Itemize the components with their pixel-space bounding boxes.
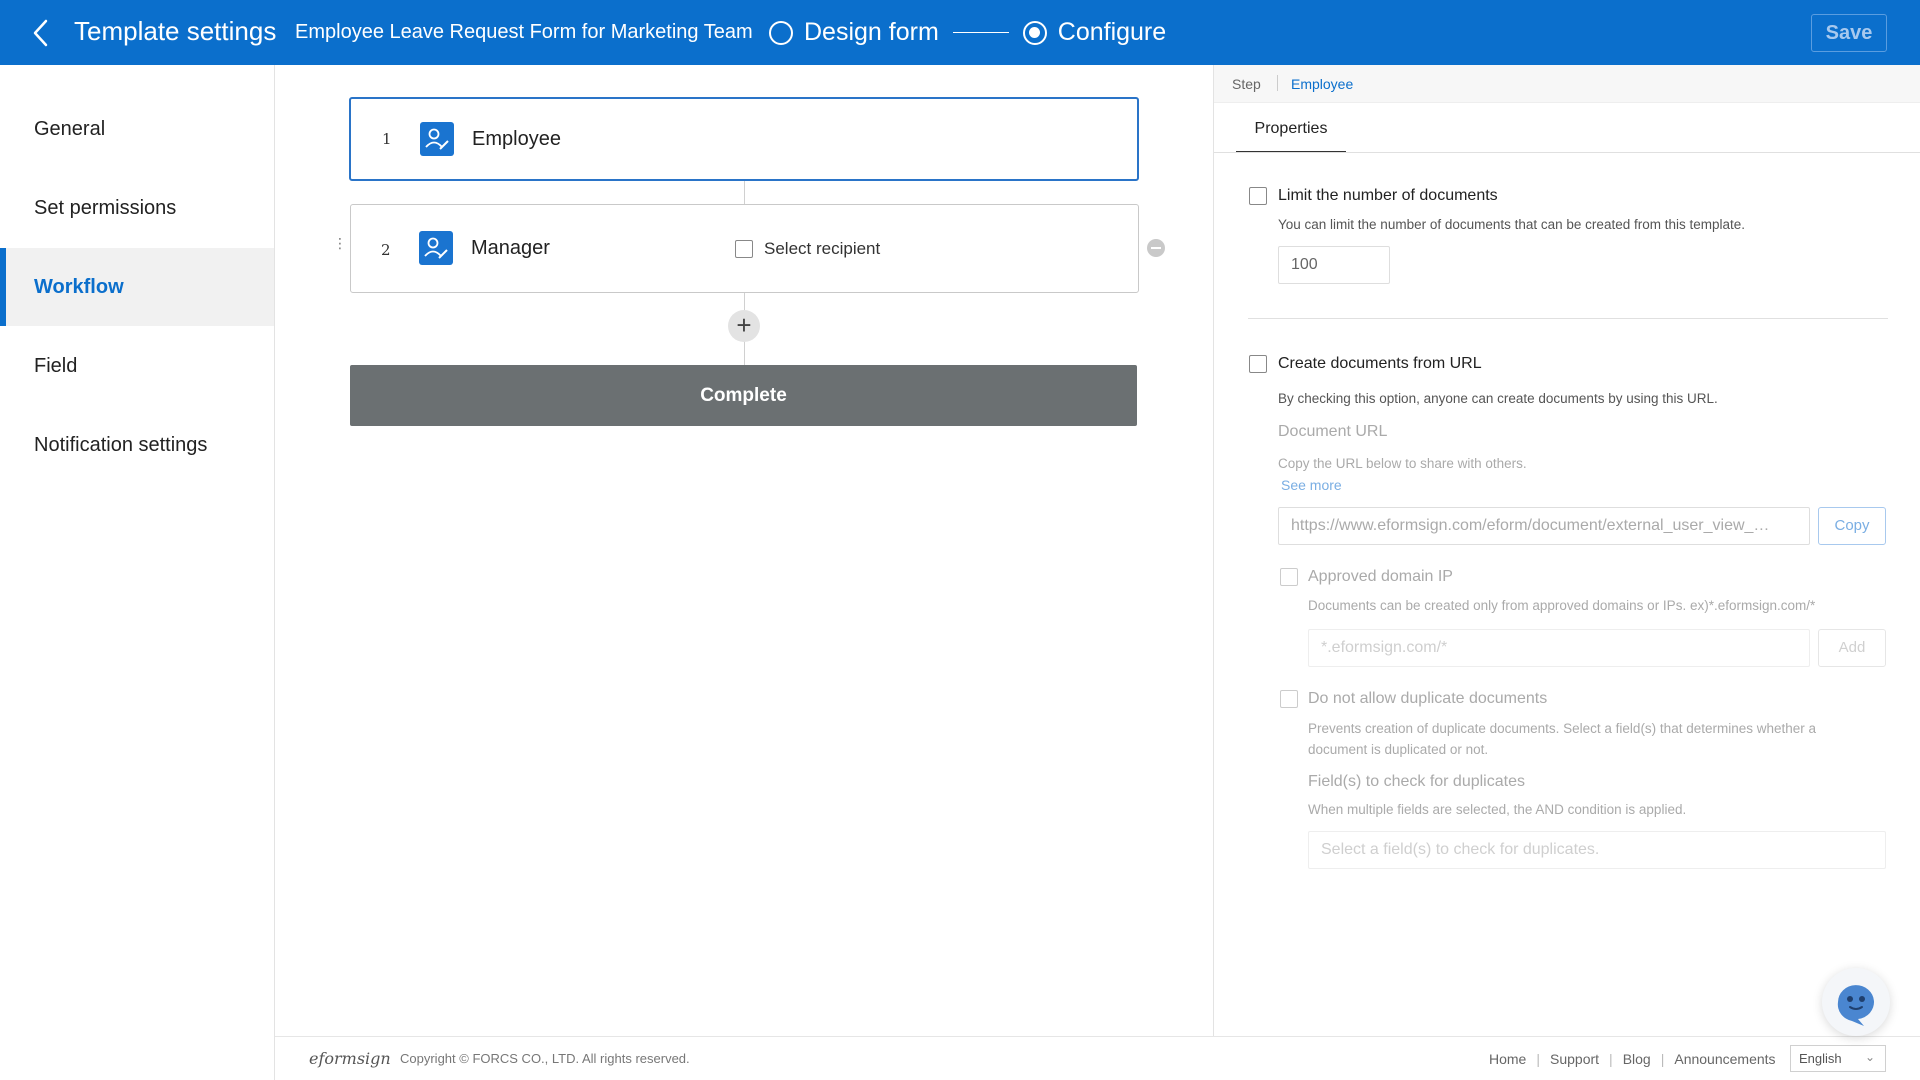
breadcrumb-step: Step	[1232, 76, 1261, 92]
step-number: 2	[381, 241, 391, 259]
step-number: 1	[382, 130, 392, 148]
create-from-url-title: Create documents from URL	[1278, 355, 1482, 372]
language-select[interactable]: English ⌄	[1790, 1045, 1886, 1072]
create-from-url-desc: By checking this option, anyone can crea…	[1278, 391, 1718, 406]
settings-sidebar: General Set permissions Workflow Field N…	[0, 65, 275, 1080]
sidebar-item-field[interactable]: Field	[0, 327, 274, 405]
approved-domain-checkbox[interactable]	[1280, 568, 1298, 586]
breadcrumb: Step Employee	[1214, 65, 1920, 103]
save-button[interactable]: Save	[1811, 14, 1887, 52]
approved-domain-desc: Documents can be created only from appro…	[1308, 598, 1816, 613]
footer-link-announcements[interactable]: Announcements	[1674, 1051, 1775, 1067]
footer-link-home[interactable]: Home	[1489, 1051, 1526, 1067]
sidebar-item-workflow[interactable]: Workflow	[0, 248, 274, 326]
approved-domain-title: Approved domain IP	[1308, 568, 1453, 585]
limit-count-input[interactable]: 100	[1278, 246, 1390, 284]
chatbot-icon	[1837, 985, 1874, 1026]
workflow-step-manager[interactable]: 2 Manager Select recipient	[350, 204, 1139, 293]
top-header: Template settings Employee Leave Request…	[0, 0, 1920, 65]
step-name: Employee	[472, 128, 561, 150]
approved-domain-input[interactable]: *.eformsign.com/*	[1308, 629, 1810, 667]
footer-links: Home | Support | Blog | Announcements	[1489, 1051, 1776, 1067]
tab-divider	[1214, 152, 1920, 153]
limit-documents-checkbox[interactable]	[1249, 187, 1267, 205]
tab-properties[interactable]: Properties	[1236, 103, 1346, 153]
document-url-desc: Copy the URL below to share with others.	[1278, 456, 1527, 471]
progress-stepper: Design form Configure	[769, 18, 1166, 47]
copy-url-button[interactable]: Copy	[1818, 507, 1886, 545]
footer-divider: |	[1536, 1051, 1540, 1067]
complete-step-button[interactable]: Complete	[350, 365, 1137, 426]
copyright-text: Copyright © FORCS CO., LTD. All rights r…	[400, 1051, 690, 1066]
step-name: Manager	[471, 237, 550, 259]
sidebar-item-general[interactable]: General	[0, 90, 274, 168]
eformsign-logo: eformsign	[309, 1049, 391, 1068]
document-url-field[interactable]: https://www.eformsign.com/eform/document…	[1278, 507, 1810, 545]
remove-step-icon[interactable]	[1147, 239, 1165, 257]
select-recipient-label: Select recipient	[764, 239, 881, 258]
no-duplicate-title: Do not allow duplicate documents	[1308, 690, 1548, 707]
document-url-label: Document URL	[1278, 423, 1388, 440]
properties-panel: Step Employee Properties Limit the numbe…	[1213, 65, 1920, 1037]
see-more-link[interactable]: See more	[1281, 477, 1342, 493]
footer-divider: |	[1660, 1051, 1665, 1067]
sidebar-item-set-permissions[interactable]: Set permissions	[0, 169, 274, 247]
workflow-step-employee[interactable]: 1 Employee	[349, 97, 1139, 181]
user-sign-icon	[419, 231, 453, 265]
create-from-url-checkbox[interactable]	[1249, 355, 1267, 373]
add-step-button[interactable]: +	[728, 310, 760, 342]
duplicate-fields-select[interactable]: Select a field(s) to check for duplicate…	[1308, 831, 1886, 869]
breadcrumb-divider	[1277, 75, 1278, 91]
footer-link-blog[interactable]: Blog	[1623, 1051, 1651, 1067]
sidebar-item-notification-settings[interactable]: Notification settings	[0, 406, 274, 484]
no-duplicate-desc-line2: document is duplicated or not.	[1308, 742, 1489, 757]
form-name: Employee Leave Request Form for Marketin…	[295, 21, 753, 43]
back-arrow-icon[interactable]	[26, 16, 58, 50]
chat-support-button[interactable]	[1822, 968, 1890, 1036]
step-configure-radio[interactable]	[1022, 20, 1047, 45]
workflow-canvas: 1 Employee ⋮⋮ 2 Manager Select recipient…	[275, 65, 1213, 1035]
user-sign-icon	[420, 122, 454, 156]
step-design-label[interactable]: Design form	[804, 18, 939, 47]
limit-documents-desc: You can limit the number of documents th…	[1278, 217, 1746, 232]
page-title: Template settings	[74, 16, 277, 46]
language-value: English	[1799, 1051, 1842, 1066]
add-domain-button[interactable]: Add	[1818, 629, 1886, 667]
step-design-radio[interactable]	[769, 20, 793, 45]
footer-link-support[interactable]: Support	[1550, 1051, 1599, 1067]
page-footer: eformsign Copyright © FORCS CO., LTD. Al…	[275, 1036, 1920, 1080]
stepper-connector	[952, 31, 1009, 34]
no-duplicate-checkbox[interactable]	[1280, 690, 1298, 708]
step-configure-label[interactable]: Configure	[1058, 18, 1166, 47]
limit-documents-title: Limit the number of documents	[1278, 187, 1498, 204]
footer-divider: |	[1609, 1051, 1613, 1067]
duplicate-fields-desc: When multiple fields are selected, the A…	[1308, 802, 1687, 817]
section-divider	[1248, 318, 1888, 319]
breadcrumb-current[interactable]: Employee	[1291, 76, 1353, 92]
select-recipient-checkbox[interactable]	[735, 240, 753, 258]
no-duplicate-desc-line1: Prevents creation of duplicate documents…	[1308, 721, 1817, 736]
duplicate-fields-label: Field(s) to check for duplicates	[1308, 773, 1525, 790]
chevron-down-icon: ⌄	[1864, 1050, 1875, 1064]
